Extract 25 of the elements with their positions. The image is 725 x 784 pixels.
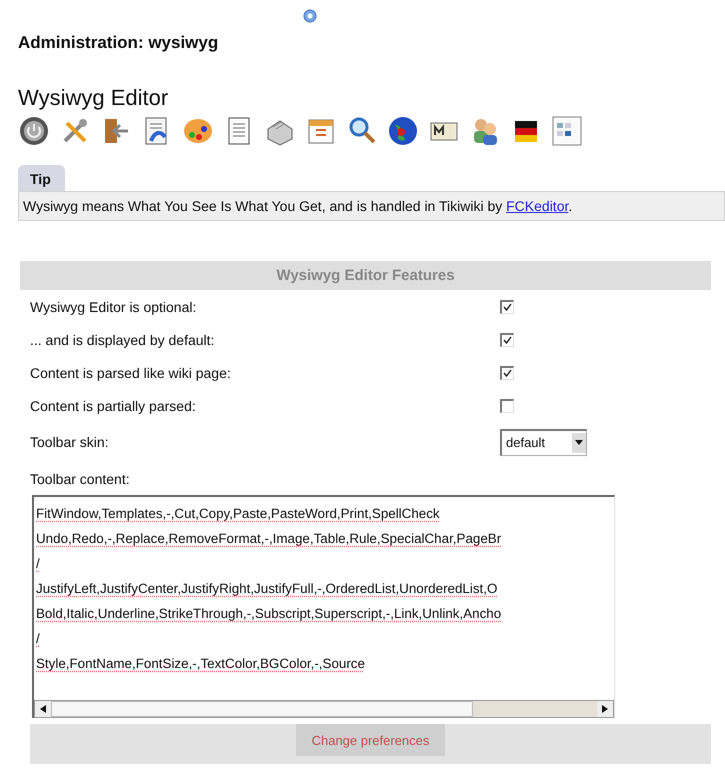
checkbox[interactable] (500, 366, 514, 380)
fckeditor-link[interactable]: FCKeditor (506, 198, 568, 214)
setting-label: ... and is displayed by default: (30, 332, 216, 348)
tip-text: Wysiwyg means What You See Is What You Get, and is handled in Tikiwiki by FCKeditor. (18, 191, 725, 221)
caret-icon[interactable] (575, 440, 583, 445)
globe-icon[interactable] (387, 115, 419, 147)
scroll-right-icon[interactable] (602, 705, 608, 713)
layout-icon[interactable] (551, 115, 583, 147)
skin-select[interactable]: default (500, 428, 587, 456)
help-icon[interactable] (303, 9, 317, 23)
setting-label: Content is partially parsed: (30, 398, 197, 414)
setting-label: Content is parsed like wiki page: (30, 364, 232, 380)
horizontal-scrollbar[interactable] (34, 700, 614, 718)
checkbox[interactable] (500, 332, 514, 346)
page-title: Administration: wysiwyg (18, 33, 220, 53)
checkbox[interactable] (500, 398, 514, 412)
setting-label: Toolbar content: (30, 470, 131, 486)
toolbar-textarea[interactable]: FitWindow,Templates,-,Cut,Copy,Paste,PasteWord,Print,SpellCheck Undo,Redo,-,Replace,RemoveFormat,-,Image,Table,Rule,SpecialChar,PageBr / JustifyLeft,JustifyCenter,JustifyRight,JustifyFull,-,OrderedList,UnorderedList,O Bold,Italic,Underline,StrikeThrough,-,Subscript,Superscript,-,Link,Unlink,Ancho / Style,FontName,FontSize,-,TextColor,BGColor,-,Source (32, 495, 615, 718)
checkbox[interactable] (500, 300, 514, 314)
power-icon[interactable] (18, 115, 50, 147)
section-title: Wysiwyg Editor (18, 85, 170, 111)
setting-label: Wysiwyg Editor is optional: (30, 298, 198, 314)
setting-label: Toolbar skin: (30, 434, 110, 450)
scroll-left-icon[interactable] (40, 705, 46, 713)
table-header: Wysiwyg Editor Features (20, 261, 711, 290)
